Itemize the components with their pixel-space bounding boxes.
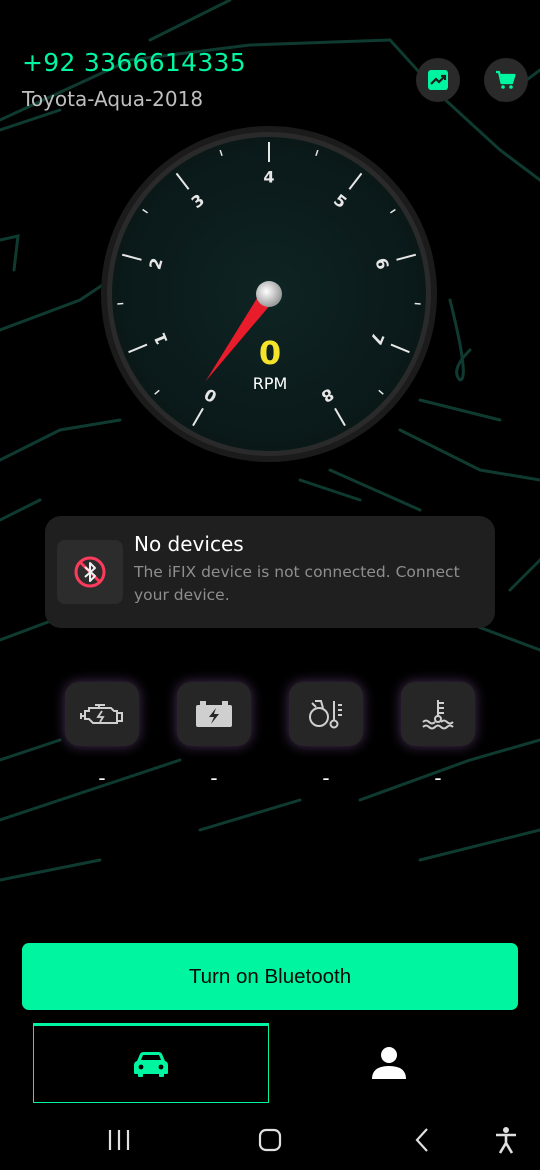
accessibility-icon [496, 1127, 516, 1154]
rpm-gauge: 012345678 [101, 126, 437, 462]
sensor-coolant-temperature-value: - [434, 766, 442, 790]
device-status-message: The iFIX device is not connected. Connec… [134, 563, 460, 604]
cart-icon [496, 70, 516, 89]
cart-button[interactable] [484, 58, 528, 102]
engine-icon [80, 704, 123, 724]
car-model: Toyota-Aqua-2018 [22, 87, 204, 111]
rpm-value: 0 [258, 334, 282, 372]
phone-number: +92 3366614335 [22, 48, 246, 77]
gauge-tick-label: 4 [263, 168, 274, 187]
back-button[interactable] [404, 1122, 440, 1158]
home-icon [258, 1128, 282, 1152]
sensor-battery[interactable] [177, 682, 251, 746]
gauge-needle-cap [256, 281, 282, 307]
battery-icon [196, 701, 232, 727]
device-status-title: No devices [134, 532, 244, 556]
sensor-engine-value: - [98, 766, 106, 790]
rpm-unit-label: RPM [252, 374, 288, 393]
tab-profile[interactable] [270, 1023, 507, 1103]
oil-temperature-icon [309, 700, 342, 729]
sensor-engine[interactable] [65, 682, 139, 746]
recents-button[interactable] [101, 1122, 137, 1158]
recents-icon [108, 1130, 130, 1150]
home-button[interactable] [252, 1122, 288, 1158]
bluetooth-off-icon [74, 556, 106, 588]
sensor-coolant-temperature[interactable] [401, 682, 475, 746]
device-status-icon-box [57, 540, 123, 604]
sensor-battery-value: - [210, 766, 218, 790]
stats-button[interactable] [416, 58, 460, 102]
device-status-card: No devices The iFIX device is not connec… [45, 516, 495, 628]
coolant-temperature-icon [422, 700, 454, 730]
sensor-oil-temperature[interactable] [289, 682, 363, 746]
tab-car[interactable] [33, 1023, 269, 1103]
chart-trend-icon [428, 70, 448, 90]
system-navigation-bar [0, 1110, 540, 1170]
turn-on-bluetooth-button[interactable]: Turn on Bluetooth [22, 943, 518, 1010]
back-icon [415, 1128, 428, 1152]
accessibility-button[interactable] [488, 1122, 524, 1158]
sensor-oil-temperature-value: - [322, 766, 330, 790]
car-icon [134, 1052, 168, 1077]
person-icon [371, 1047, 406, 1079]
